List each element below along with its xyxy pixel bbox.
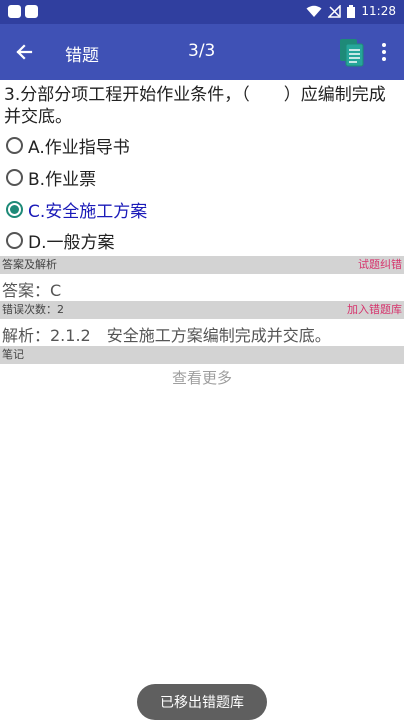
overflow-menu-button[interactable] xyxy=(376,40,392,64)
report-error-link[interactable]: 试题纠错 xyxy=(358,256,402,274)
analysis-section-header: 答案及解析 试题纠错 xyxy=(0,256,404,274)
arrow-left-icon xyxy=(16,44,33,60)
option-a[interactable]: A.作业指导书 xyxy=(6,131,130,159)
more-vert-icon xyxy=(382,43,386,47)
wifi-icon xyxy=(306,5,322,18)
error-count-label: 错误次数：2 xyxy=(2,303,64,316)
radio-icon[interactable] xyxy=(6,136,23,154)
notification-icon xyxy=(25,5,38,18)
analysis-section-title: 答案及解析 xyxy=(2,258,57,271)
error-count-header: 错误次数：2 加入错题库 xyxy=(0,301,404,319)
clock: 11:28 xyxy=(361,4,396,18)
app-toolbar: 错题 3/3 xyxy=(0,24,404,80)
question-text: 3.分部分项工程开始作业条件，（ ）应编制完成并交底。 xyxy=(4,85,386,127)
back-button[interactable] xyxy=(10,38,38,66)
question-counter: 3/3 xyxy=(188,41,216,61)
answer-text: 答案：C xyxy=(2,281,62,300)
no-signal-icon xyxy=(328,4,342,18)
status-bar: 11:28 xyxy=(0,0,404,24)
notification-icons xyxy=(8,5,38,18)
notification-icon xyxy=(8,5,21,18)
radio-selected-icon[interactable] xyxy=(6,200,23,218)
notes-section-header: 笔记 xyxy=(0,346,404,364)
option-d[interactable]: D.一般方案 xyxy=(6,226,115,254)
option-label: B.作业票 xyxy=(28,169,97,190)
add-to-error-bank-link[interactable]: 加入错题库 xyxy=(347,301,402,319)
view-more-link[interactable]: 查看更多 xyxy=(0,367,404,388)
option-c[interactable]: C.安全施工方案 xyxy=(6,195,147,223)
question-list-button[interactable] xyxy=(336,36,368,68)
option-label: C.安全施工方案 xyxy=(28,201,148,222)
explanation-text: 解析：2.1.2 安全施工方案编制完成并交底。 xyxy=(2,326,331,345)
option-label: D.一般方案 xyxy=(28,232,115,253)
toast-message: 已移出错题库 xyxy=(137,684,267,720)
radio-icon[interactable] xyxy=(6,231,23,249)
radio-icon[interactable] xyxy=(6,168,23,186)
option-label: A.作业指导书 xyxy=(28,137,130,158)
page-title: 错题 xyxy=(65,46,99,66)
battery-icon xyxy=(347,4,356,18)
notes-section-title: 笔记 xyxy=(2,348,24,361)
copy-pages-icon xyxy=(340,39,364,67)
option-b[interactable]: B.作业票 xyxy=(6,163,96,191)
